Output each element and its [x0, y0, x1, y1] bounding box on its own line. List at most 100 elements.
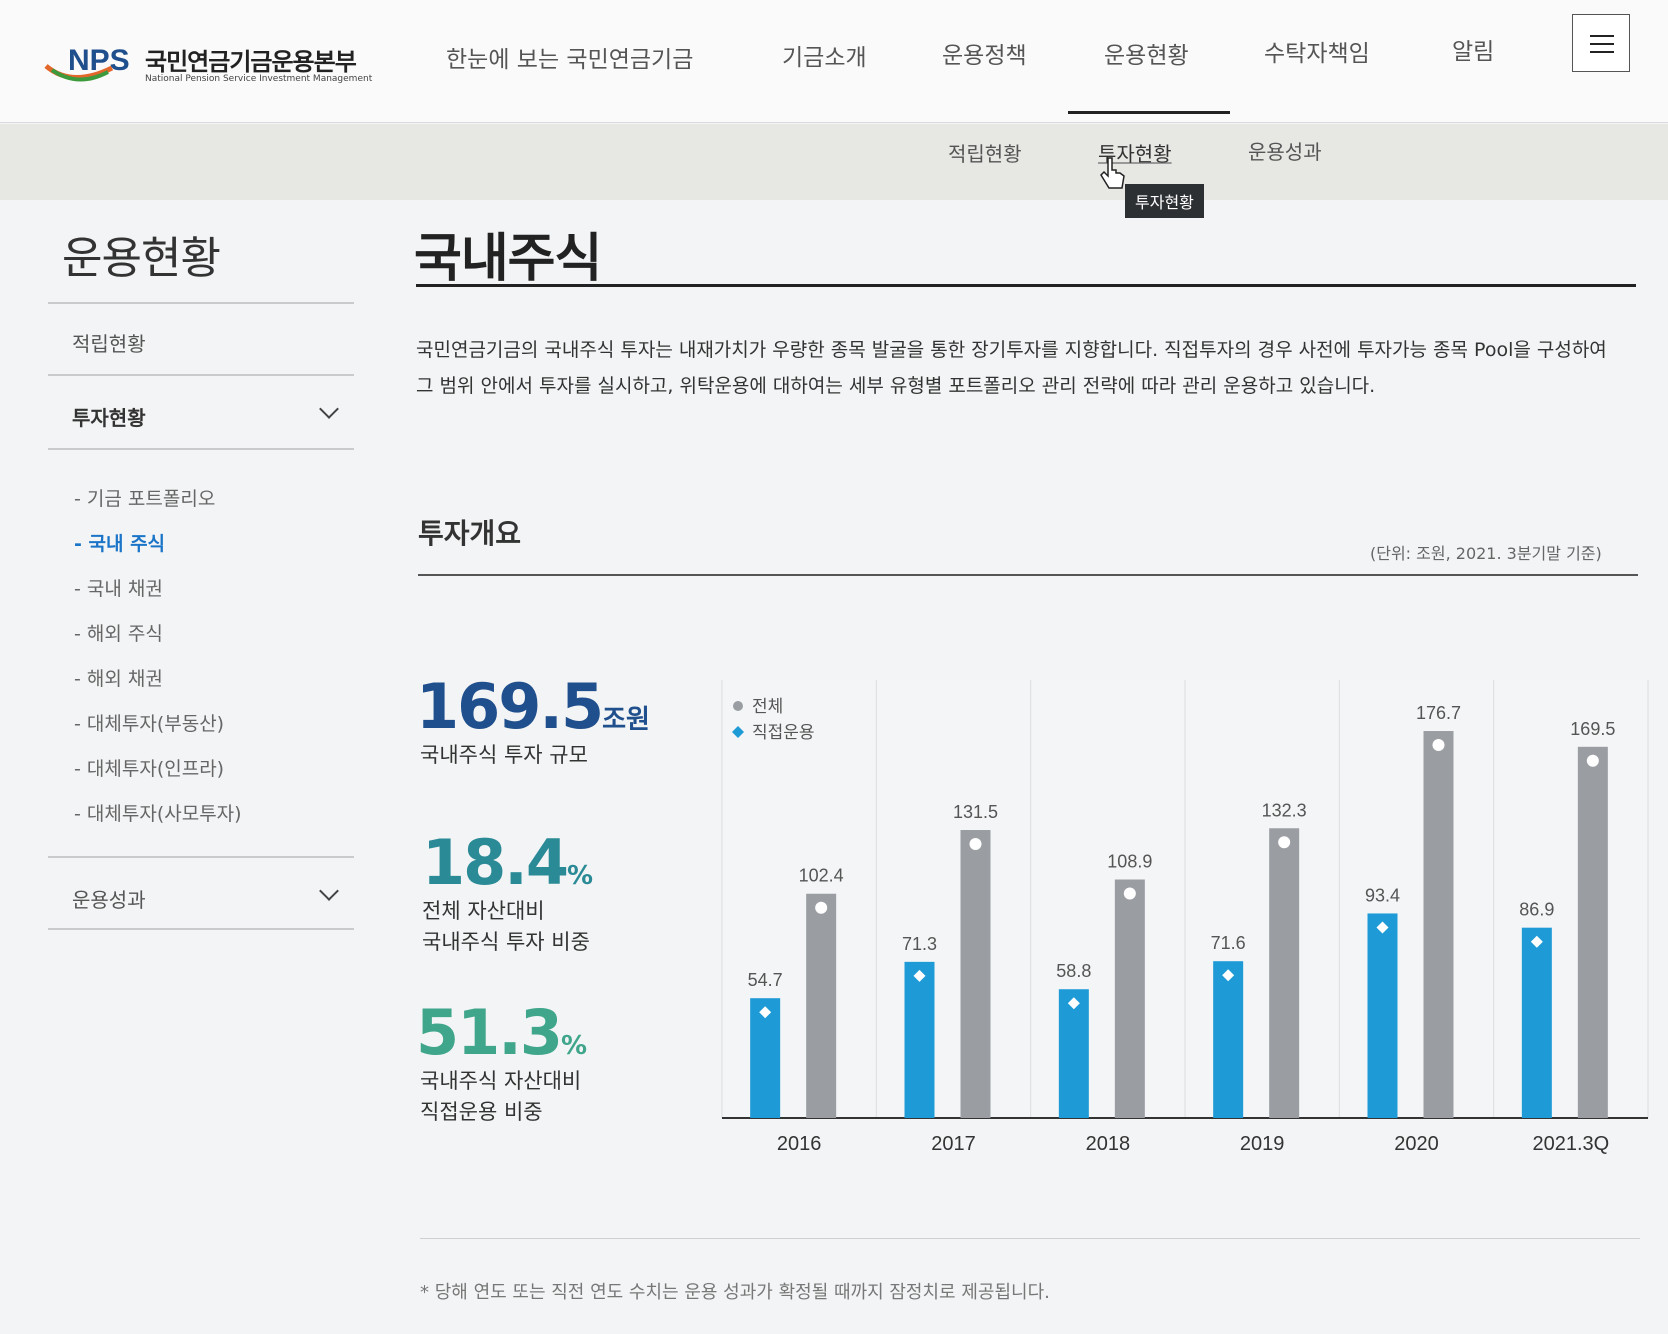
stat-label-line: 국내주식 자산대비	[420, 1069, 582, 1093]
nav-item-operation-status[interactable]: 운용현황	[1104, 36, 1189, 70]
logo-subtitle: National Pension Service Investment Mana…	[145, 74, 373, 84]
hand-cursor-icon	[1100, 157, 1125, 189]
investment-bar-chart: 54.7 102.4 2016 71.3 131.5 2017 58.8 108.9 2018 7…	[721, 680, 1649, 1155]
nav-item-fund-intro[interactable]: 기금소개	[782, 38, 867, 72]
divider	[48, 856, 354, 858]
section-title: 투자개요	[418, 517, 522, 550]
sidebar-subitem-global-equity[interactable]: - 해외 주식	[74, 619, 163, 646]
legend-marker-total	[733, 701, 743, 711]
hamburger-icon-line	[1590, 43, 1614, 45]
data-label-total: 131.5	[953, 802, 998, 822]
legend-label-direct: 직접운용	[752, 723, 815, 743]
stat-label-line: 전체 자산대비	[422, 899, 545, 923]
stat-unit: 조원	[602, 705, 650, 735]
data-label-direct: 58.8	[1056, 961, 1091, 981]
chevron-down-icon[interactable]	[319, 399, 339, 419]
sidebar-subitem-portfolio[interactable]: - 기금 포트폴리오	[74, 484, 215, 511]
bar-direct	[1367, 913, 1398, 1118]
data-label-total: 169.5	[1570, 719, 1615, 739]
hamburger-menu-button[interactable]	[1572, 14, 1630, 72]
subnav-item-accumulation[interactable]: 적립현황	[948, 138, 1022, 167]
subnav-item-performance[interactable]: 운용성과	[1248, 136, 1322, 165]
sidebar-subitem-domestic-bond[interactable]: - 국내 채권	[74, 574, 163, 601]
sidebar-item-investment[interactable]: 투자현황	[72, 402, 146, 431]
stat-unit: %	[560, 1031, 588, 1061]
x-tick-label: 2016	[777, 1133, 822, 1155]
footer-divider	[420, 1238, 1640, 1239]
nav-item-policy[interactable]: 운용정책	[942, 36, 1027, 70]
nav-item-notice[interactable]: 알림	[1452, 32, 1494, 66]
stat-total-asset-ratio: 18.4%	[422, 826, 593, 899]
data-label-total: 132.3	[1262, 800, 1307, 820]
x-tick-label: 2019	[1240, 1133, 1285, 1155]
stat-label-line: 국내주식 투자 규모	[420, 743, 588, 767]
legend-label-total: 전체	[752, 697, 783, 717]
data-label-direct: 93.4	[1365, 885, 1400, 905]
bar-direct	[904, 961, 935, 1118]
unit-note: (단위: 조원, 2021. 3분기말 기준)	[1370, 544, 1602, 563]
marker-total	[1586, 754, 1599, 767]
sidebar-subitem-private-equity[interactable]: - 대체투자(사모투자)	[74, 799, 242, 826]
page-description: 국민연금기금의 국내주식 투자는 내재가치가 우량한 종목 발굴을 통한 장기투…	[416, 339, 1607, 397]
data-label-total: 102.4	[799, 866, 844, 886]
logo-text: NPS	[68, 44, 130, 77]
marker-total	[1432, 739, 1445, 752]
bar-direct	[1521, 927, 1552, 1118]
bar-total	[1577, 746, 1608, 1118]
sidebar-subitem-infrastructure[interactable]: - 대체투자(인프라)	[74, 754, 224, 781]
sidebar-subitem-domestic-equity[interactable]: - 국내 주식	[74, 529, 165, 556]
tooltip: 투자현황	[1125, 184, 1204, 218]
site-logo[interactable]: NPS 국민연금기금운용본부 National Pension Service …	[42, 38, 402, 98]
data-label-total: 176.7	[1416, 703, 1461, 723]
stat-label: 국내주식 자산대비 직접운용 비중	[420, 1066, 581, 1128]
stat-label: 전체 자산대비 국내주식 투자 비중	[422, 896, 590, 958]
nav-item-overview[interactable]: 한눈에 보는 국민연금기금	[446, 40, 693, 74]
bar-direct	[1213, 961, 1244, 1118]
data-label-direct: 71.6	[1211, 933, 1246, 953]
divider	[48, 928, 354, 930]
stat-investment-size: 169.5조원	[416, 670, 650, 743]
site-header: NPS 국민연금기금운용본부 National Pension Service …	[0, 0, 1668, 123]
sidebar-item-performance[interactable]: 운용성과	[72, 884, 146, 913]
bar-total	[1269, 828, 1300, 1118]
chevron-down-icon[interactable]	[319, 881, 339, 901]
x-tick-label: 2017	[931, 1133, 976, 1155]
data-label-direct: 71.3	[902, 934, 937, 954]
stat-label-line: 국내주식 투자 비중	[422, 930, 590, 954]
hamburger-icon-line	[1590, 51, 1614, 53]
stat-value: 18.4	[422, 826, 569, 899]
x-tick-label: 2020	[1394, 1133, 1439, 1155]
divider	[48, 374, 354, 376]
data-label-total: 108.9	[1107, 852, 1152, 872]
nav-item-stewardship[interactable]: 수탁자책임	[1264, 34, 1370, 68]
sidebar-subitem-global-bond[interactable]: - 해외 채권	[74, 664, 163, 691]
divider	[48, 302, 354, 304]
stat-label-line: 직접운용 비중	[420, 1100, 543, 1124]
bar-total	[1114, 879, 1145, 1118]
divider	[48, 448, 354, 450]
sidebar-title: 운용현황	[62, 233, 221, 284]
stat-direct-ratio: 51.3%	[416, 996, 587, 1069]
marker-total	[969, 838, 982, 851]
title-divider	[416, 284, 1636, 287]
marker-total	[1123, 887, 1136, 900]
section-divider	[418, 574, 1638, 576]
sub-nav: 적립현황 투자현황 운용성과	[0, 124, 1668, 200]
sidebar-item-accumulation[interactable]: 적립현황	[72, 328, 146, 357]
stat-value: 51.3	[416, 996, 563, 1069]
stat-value: 169.5	[416, 670, 604, 743]
x-tick-label: 2018	[1086, 1133, 1131, 1155]
stat-unit: %	[566, 861, 594, 891]
page-title: 국내주식	[414, 229, 602, 289]
nps-logo-mark: NPS	[44, 44, 130, 82]
hamburger-icon	[1590, 35, 1614, 37]
stat-label: 국내주식 투자 규모	[420, 740, 588, 771]
bar-total	[806, 893, 837, 1118]
logo-title: 국민연금기금운용본부	[145, 48, 357, 76]
bar-total	[960, 830, 991, 1118]
sidebar-subitem-real-estate[interactable]: - 대체투자(부동산)	[74, 709, 224, 736]
bar-total	[1423, 731, 1454, 1118]
footnote: * 당해 연도 또는 직전 연도 수치는 운용 성과가 확정될 때까지 잠정치로…	[420, 1282, 1050, 1303]
nav-active-underline	[1068, 111, 1230, 114]
data-label-direct: 54.7	[748, 970, 783, 990]
